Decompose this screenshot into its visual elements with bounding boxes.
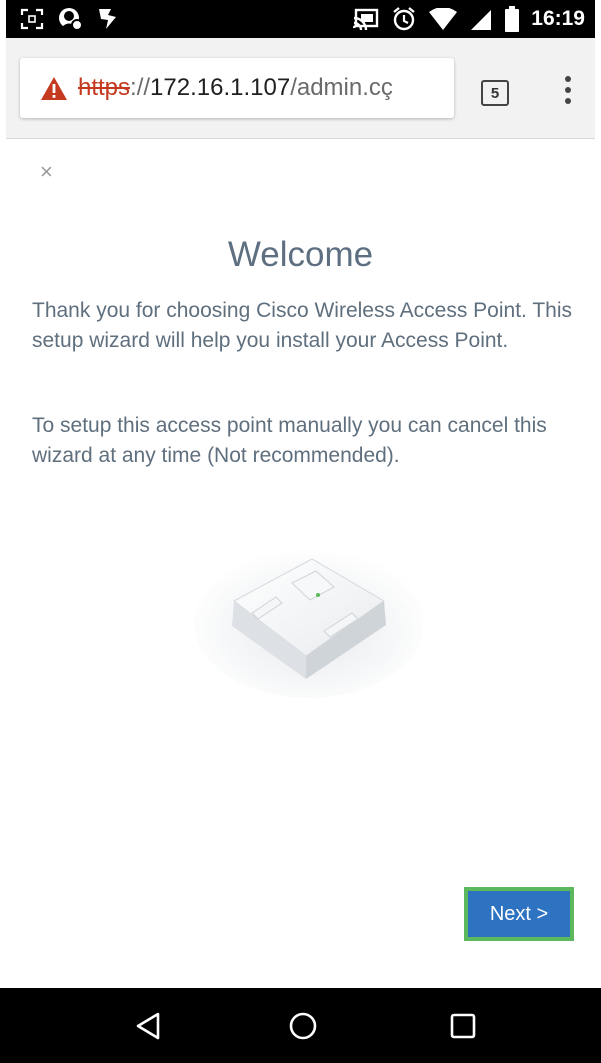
screen: 16:19 https://172.16.1.107/admin.cç 5 × … [0, 0, 601, 1063]
address-bar[interactable]: https://172.16.1.107/admin.cç [20, 58, 454, 118]
intro-text: Thank you for choosing Cisco Wireless Ac… [32, 299, 573, 352]
signal-icon [469, 8, 493, 30]
recents-icon[interactable] [445, 1008, 481, 1044]
setup-wizard: × Welcome Thank you for choosing Cisco W… [6, 139, 595, 988]
url-path: /admin.cç [290, 74, 393, 101]
browser-toolbar: https://172.16.1.107/admin.cç 5 [6, 38, 595, 139]
home-icon[interactable] [285, 1008, 321, 1044]
battery-icon [505, 6, 520, 32]
status-bar: 16:19 [6, 0, 595, 38]
alarm-icon [391, 6, 417, 32]
access-point-image [194, 531, 424, 701]
close-button[interactable]: × [40, 161, 53, 183]
next-button[interactable]: Next > [464, 887, 574, 941]
wifi-icon [429, 8, 458, 30]
status-time: 16:19 [531, 7, 585, 30]
app-notification-icon [56, 6, 84, 32]
page-title: Welcome [227, 235, 374, 274]
navigation-bar [0, 988, 601, 1063]
screenshot-icon [20, 8, 44, 30]
security-warning-icon[interactable] [40, 76, 68, 101]
url-scheme: https [78, 74, 131, 101]
overflow-menu-icon[interactable] [558, 76, 578, 112]
app-notification-icon [96, 7, 120, 31]
manual-setup-text: To setup this access point manually you … [32, 414, 547, 467]
cast-icon [353, 8, 379, 30]
back-icon[interactable] [130, 1008, 166, 1044]
url-text[interactable]: https://172.16.1.107/admin.cç [78, 74, 393, 102]
url-separator: :// [130, 74, 151, 101]
url-host: 172.16.1.107 [150, 74, 291, 101]
tab-switcher-button[interactable]: 5 [481, 80, 509, 106]
